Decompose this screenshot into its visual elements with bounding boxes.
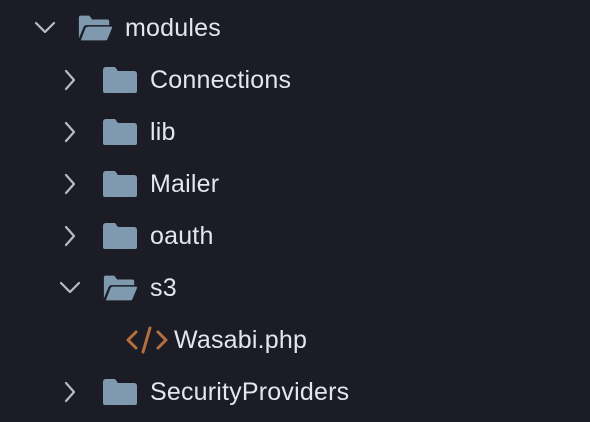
chevron-right-icon[interactable] xyxy=(59,173,81,195)
tree-item-mailer[interactable]: Mailer xyxy=(0,158,590,210)
tree-item-label: SecurityProviders xyxy=(150,377,350,406)
tree-item-label: modules xyxy=(125,13,221,42)
tree-item-label: s3 xyxy=(150,273,177,302)
folder-icon xyxy=(102,117,138,147)
chevron-down-icon[interactable] xyxy=(34,17,56,39)
folder-open-icon xyxy=(77,13,113,43)
file-explorer-tree: modules Connections lib Mailer oauth s3 … xyxy=(0,0,590,422)
folder-icon xyxy=(102,221,138,251)
folder-icon xyxy=(102,65,138,95)
tree-item-modules[interactable]: modules xyxy=(0,2,590,54)
tree-item-s3[interactable]: s3 xyxy=(0,262,590,314)
tree-item-oauth[interactable]: oauth xyxy=(0,210,590,262)
chevron-down-icon[interactable] xyxy=(59,277,81,299)
tree-item-securityproviders[interactable]: SecurityProviders xyxy=(0,366,590,418)
folder-open-icon xyxy=(102,273,138,303)
tree-item-label: Connections xyxy=(150,65,292,94)
tree-item-lib[interactable]: lib xyxy=(0,106,590,158)
folder-icon xyxy=(102,377,138,407)
tree-item-label: oauth xyxy=(150,221,214,250)
code-file-icon xyxy=(125,325,169,355)
folder-icon xyxy=(102,169,138,199)
tree-item-wasabi-php[interactable]: Wasabi.php xyxy=(0,314,590,366)
chevron-right-icon[interactable] xyxy=(59,69,81,91)
chevron-right-icon[interactable] xyxy=(59,225,81,247)
tree-item-connections[interactable]: Connections xyxy=(0,54,590,106)
tree-item-label: Mailer xyxy=(150,169,220,198)
chevron-right-icon[interactable] xyxy=(59,381,81,403)
tree-item-label: lib xyxy=(150,117,176,146)
chevron-right-icon[interactable] xyxy=(59,121,81,143)
tree-item-label: Wasabi.php xyxy=(174,325,308,354)
